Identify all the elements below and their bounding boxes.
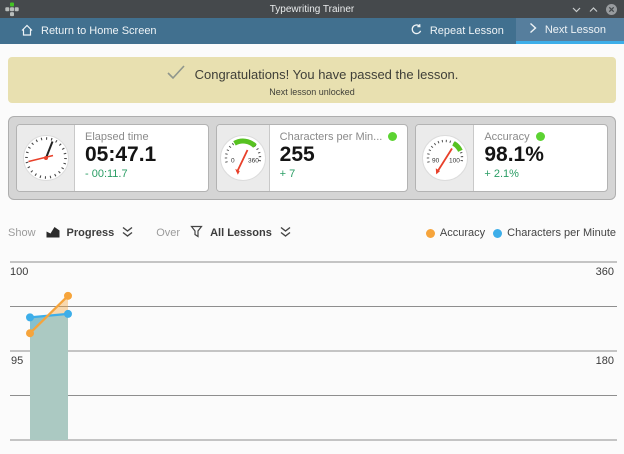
speed-gauge-icon: 0 360 <box>217 125 270 191</box>
return-home-label: Return to Home Screen <box>41 25 157 37</box>
card-delta: + 7 <box>280 168 398 180</box>
checkmark-icon <box>166 64 186 85</box>
status-dot-icon <box>388 132 397 141</box>
chevrons-down-icon <box>279 226 292 241</box>
chevron-right-icon <box>528 22 538 37</box>
status-dot-icon <box>536 132 545 141</box>
repeat-lesson-button[interactable]: Repeat Lesson <box>398 18 516 44</box>
legend-cpm: Characters per Minute <box>493 227 616 239</box>
stats-container: Elapsed time 05:47.1 - 00:11.7 0 360 <box>8 116 616 200</box>
svg-text:360: 360 <box>248 158 259 165</box>
legend-accuracy: Accuracy <box>426 227 485 239</box>
svg-text:90: 90 <box>432 158 440 165</box>
cpm-legend-dot <box>493 229 502 238</box>
toolbar: Return to Home Screen Repeat Lesson Next… <box>0 18 624 44</box>
next-lesson-button[interactable]: Next Lesson <box>516 18 624 44</box>
cpm-legend-label: Characters per Minute <box>507 227 616 239</box>
home-icon <box>20 23 34 40</box>
svg-text:100: 100 <box>449 158 460 165</box>
chevrons-down-icon <box>121 226 134 241</box>
card-value: 255 <box>280 143 398 167</box>
accuracy-legend-label: Accuracy <box>440 227 485 239</box>
progress-chart: 100 95 360 180 <box>0 258 624 454</box>
app-window: Typewriting Trainer Return <box>0 0 624 454</box>
clock-icon <box>17 125 75 191</box>
congratulations-banner: Congratulations! You have passed the les… <box>8 57 616 103</box>
svg-text:0: 0 <box>231 158 235 165</box>
elapsed-time-card: Elapsed time 05:47.1 - 00:11.7 <box>16 124 209 192</box>
left-axis-tick-100: 100 <box>10 266 28 278</box>
over-value: All Lessons <box>210 227 272 239</box>
over-label: Over <box>156 227 180 239</box>
window-title: Typewriting Trainer <box>0 4 624 15</box>
return-home-button[interactable]: Return to Home Screen <box>8 18 169 44</box>
refresh-icon <box>410 23 423 39</box>
chart-controls: Show Progress Over All Lessons <box>8 222 616 244</box>
card-delta: + 2.1% <box>484 168 597 180</box>
next-lesson-label: Next Lesson <box>545 24 606 36</box>
accuracy-legend-dot <box>426 229 435 238</box>
banner-title: Congratulations! You have passed the les… <box>195 67 459 82</box>
card-label: Elapsed time <box>85 131 149 143</box>
over-selector[interactable]: All Lessons <box>190 225 292 241</box>
show-label: Show <box>8 227 36 239</box>
titlebar: Typewriting Trainer <box>0 0 624 18</box>
accuracy-gauge-icon: 90 100 <box>416 125 474 191</box>
card-label: Accuracy <box>484 131 529 143</box>
accuracy-card: 90 100 Accuracy 98.1% + 2.1% <box>415 124 608 192</box>
left-axis-tick-95: 95 <box>11 355 23 367</box>
characters-per-minute-card: 0 360 Characters per Min... 255 + 7 <box>216 124 409 192</box>
show-selector[interactable]: Progress <box>46 225 135 241</box>
banner-subtitle: Next lesson unlocked <box>269 87 355 97</box>
right-axis-tick-180: 180 <box>596 355 614 367</box>
card-value: 98.1% <box>484 143 597 167</box>
card-delta: - 00:11.7 <box>85 168 198 180</box>
card-label: Characters per Min... <box>280 131 383 143</box>
filter-icon <box>190 225 203 241</box>
area-chart-icon <box>46 225 60 241</box>
repeat-lesson-label: Repeat Lesson <box>430 25 504 37</box>
right-axis-tick-360: 360 <box>596 266 614 278</box>
show-value: Progress <box>67 227 115 239</box>
card-value: 05:47.1 <box>85 143 198 167</box>
